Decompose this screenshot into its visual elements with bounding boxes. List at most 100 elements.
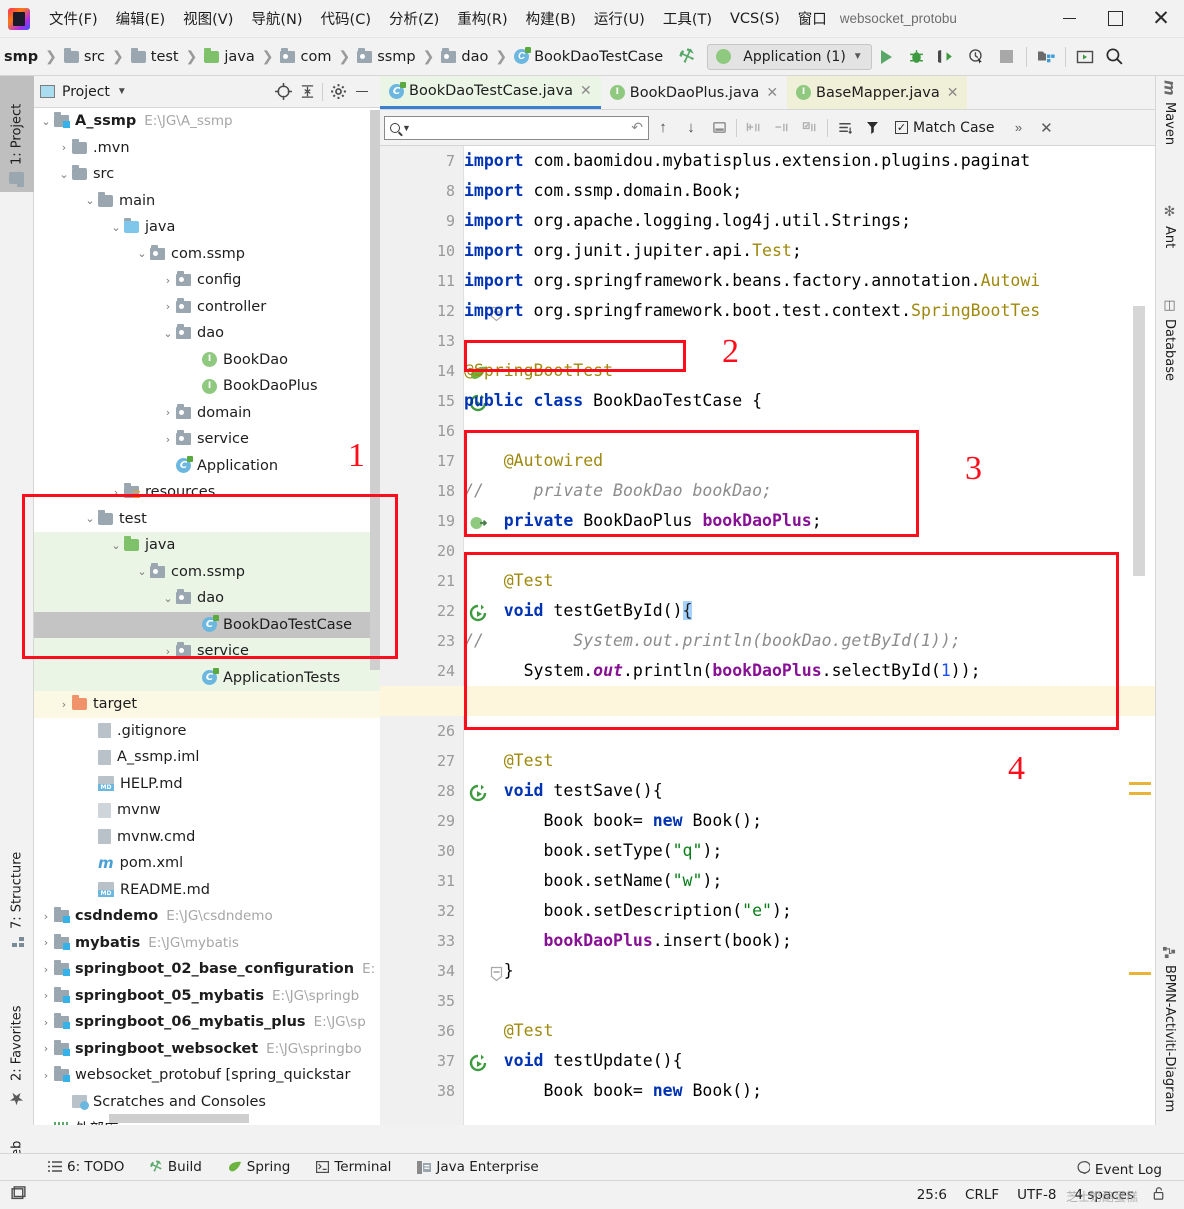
breadcrumb-module[interactable]: smp [2,49,40,65]
code-line[interactable]: Book book= new Book(); [464,806,1155,836]
chevron-down-icon[interactable]: ⌄ [134,565,150,578]
line-number[interactable]: 37 [380,1046,487,1076]
breadcrumb-src[interactable]: src [62,47,107,65]
tree-node[interactable]: Scratches and Consoles [34,1089,380,1116]
more-options-icon[interactable]: » [1004,114,1032,142]
chevron-down-icon[interactable]: ⌄ [160,327,176,340]
tree-node[interactable]: › domain [34,400,380,427]
chevron-down-icon[interactable]: ⌄ [38,115,54,128]
chevron-right-icon[interactable]: › [38,1016,54,1029]
tree-node[interactable]: ⌄ A_ssmp E:\JG\A_ssmp [34,108,380,135]
line-number[interactable]: 23 [380,626,463,656]
line-number[interactable]: 38 [380,1076,463,1106]
run-with-coverage-button[interactable] [932,42,962,72]
tool-window-terminal[interactable]: Terminal [316,1159,391,1175]
tool-window-todo[interactable]: 6: TODO [48,1159,124,1175]
code-line[interactable]: import org.springframework.beans.factory… [464,266,1155,296]
chevron-right-icon[interactable]: › [160,274,176,287]
chevron-down-icon[interactable]: ⌄ [134,247,150,260]
sidebar-item-structure[interactable]: 7: Structure [0,816,34,956]
code-line[interactable]: @Test [464,566,1155,596]
sidebar-item-database[interactable]: ◫ Database [1155,298,1184,438]
tree-node[interactable]: ⌄ dao [34,320,380,347]
line-number[interactable]: 26 [380,716,463,746]
breadcrumb-ssmp[interactable]: ssmp [355,47,417,65]
chevron-down-icon[interactable]: ⌄ [56,168,72,181]
search-everywhere-button[interactable] [1100,42,1130,72]
project-tree[interactable]: ⌄ A_ssmp E:\JG\A_ssmp › .mvn ⌄ src ⌄ main ⌄ java ⌄ c… [34,108,380,1125]
tree-node[interactable]: ⌄ main [34,188,380,215]
line-number[interactable]: 20 [380,536,463,566]
chevron-down-icon[interactable]: ⌄ [108,539,124,552]
code-line[interactable]: } [464,956,1155,986]
code-line[interactable]: bookDaoPlus.insert(book); [464,926,1155,956]
sidebar-item-bpmn[interactable]: BPMN-Activiti-Diagram [1155,946,1184,1146]
editor-marker[interactable] [1129,782,1151,785]
chevron-right-icon[interactable]: › [38,910,54,923]
build-hammer-icon[interactable]: ⚒ [676,44,698,69]
code-line[interactable]: void testSave(){ [464,776,1155,806]
tree-node[interactable]: › controller [34,294,380,321]
menu-window[interactable]: 窗口 [789,5,836,32]
code-line[interactable]: import org.apache.logging.log4j.util.Str… [464,206,1155,236]
tree-node[interactable]: A_ssmp.iml [34,744,380,771]
tree-node[interactable]: › springboot_websocket E:\JG\springbo [34,1036,380,1063]
tree-node[interactable]: C ApplicationTests [34,664,380,691]
tree-node[interactable]: › .mvn [34,135,380,162]
tree-node[interactable]: m pom.xml [34,850,380,877]
code-editor[interactable]: 7891011121314151617181920212223242526272… [380,146,1155,1125]
chevron-down-icon[interactable]: ▼ [402,123,411,133]
code-line[interactable] [464,986,1155,1016]
line-number[interactable]: 22 [380,596,487,626]
breadcrumb-test[interactable]: test [129,47,181,65]
code-line[interactable]: book.setName("w"); [464,866,1155,896]
chevron-right-icon[interactable]: › [160,433,176,446]
code-line[interactable]: import com.baomidou.mybatisplus.extensio… [464,146,1155,176]
code-line[interactable]: import org.junit.jupiter.api.Test; [464,236,1155,266]
code-line[interactable]: Book book= new Book(); [464,1076,1155,1106]
tree-node[interactable]: HELP.md [34,771,380,798]
code-line[interactable] [464,536,1155,566]
tree-node[interactable]: ⌄ test [34,506,380,533]
code-line[interactable]: // System.out.println(bookDao.getById(1)… [464,626,1155,656]
chevron-down-icon[interactable]: ⌄ [82,512,98,525]
code-line[interactable] [464,326,1155,356]
code-line[interactable]: private BookDaoPlus bookDaoPlus; [464,506,1155,536]
code-line[interactable]: book.setDescription("e"); [464,896,1155,926]
sidebar-item-maven[interactable]: m Maven [1155,80,1184,200]
sidebar-item-project[interactable]: 1: Project [0,76,34,192]
line-number[interactable]: 31 [380,866,463,896]
hide-icon[interactable] [350,80,374,104]
filter-lines-icon[interactable] [831,114,859,142]
memory-indicator-icon[interactable] [10,1185,27,1205]
tool-window-build[interactable]: ⚒ Build [148,1157,202,1176]
chevron-down-icon[interactable]: ⌄ [82,194,98,207]
tree-node[interactable]: › springboot_06_mybatis_plus E:\JG\sp [34,1009,380,1036]
code-line[interactable]: void testUpdate(){ [464,1046,1155,1076]
tree-node[interactable]: ⌄ dao [34,585,380,612]
close-icon[interactable]: ✕ [766,85,778,101]
line-number[interactable]: 12 [380,296,503,326]
chevron-down-icon[interactable]: ⌄ [160,592,176,605]
add-line-icon[interactable] [740,114,768,142]
menu-build[interactable]: 构建(B) [517,5,585,32]
code-line[interactable] [464,416,1155,446]
code-line[interactable]: book.setType("q"); [464,836,1155,866]
close-button[interactable]: ✕ [1138,0,1184,38]
search-input[interactable]: ▼ ↶ [384,115,649,140]
line-number[interactable]: 13 [380,326,463,356]
breadcrumb-java[interactable]: java [202,47,256,65]
sidebar-item-favorites[interactable]: ★ 2: Favorites [0,966,34,1116]
next-occurrence-icon[interactable]: ↓ [677,114,705,142]
settings-gear-icon[interactable] [326,80,350,104]
tool-window-java-enterprise[interactable]: Java Enterprise [417,1159,539,1175]
line-number[interactable]: 21 [380,566,463,596]
tree-node[interactable]: › websocket_protobuf [spring_quickstar [34,1062,380,1089]
maximize-button[interactable] [1092,0,1138,38]
breadcrumb-dao[interactable]: dao [439,47,490,65]
code-line[interactable]: @SpringBootTest [464,356,1155,386]
tree-node[interactable]: › springboot_05_mybatis E:\JG\springb [34,983,380,1010]
file-encoding[interactable]: UTF-8 [1017,1187,1056,1203]
editor-gutter[interactable]: 7891011121314151617181920212223242526272… [380,146,503,1125]
editor-tab-bookdaoplus[interactable]: I BookDaoPlus.java ✕ [601,76,787,109]
